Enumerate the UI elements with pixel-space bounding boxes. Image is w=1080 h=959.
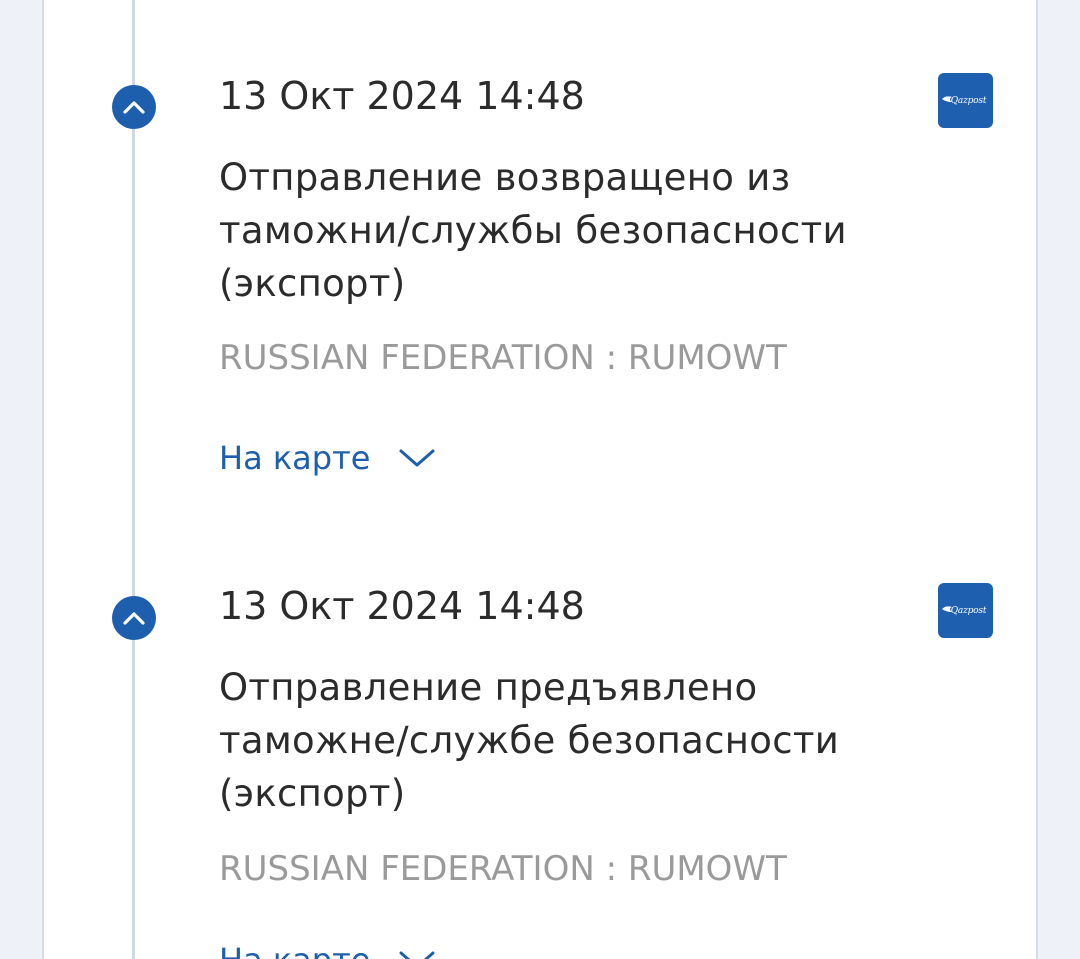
event-location: RUSSIAN FEDERATION : RUMOWT — [219, 338, 787, 378]
event-description: Отправление возвращено из таможни/службы… — [219, 151, 939, 310]
event-description-line: Отправление возвращено из — [219, 156, 791, 199]
carrier-logo-icon — [942, 96, 952, 102]
collapse-event-button[interactable] — [112, 596, 156, 640]
carrier-logo: Qazpost — [938, 73, 993, 128]
carrier-logo-icon — [942, 606, 952, 612]
tracking-history-card: 13 Окт 2024 14:48 Отправление возвращено… — [42, 0, 1038, 959]
show-on-map-link[interactable]: На карте — [219, 940, 436, 959]
event-description: Отправление предъявлено таможне/службе б… — [219, 661, 939, 820]
chevron-up-icon — [123, 101, 145, 114]
show-on-map-label: На карте — [219, 940, 370, 959]
event-date: 13 Окт 2024 14:48 — [219, 584, 585, 628]
chevron-up-icon — [123, 612, 145, 625]
event-description-line: таможне/службе безопасности — [219, 719, 840, 762]
event-description-line: Отправление предъявлено — [219, 666, 758, 709]
timeline-line — [132, 0, 135, 959]
event-date: 13 Окт 2024 14:48 — [219, 74, 585, 118]
event-description-line: (экспорт) — [219, 262, 406, 305]
chevron-down-icon — [398, 949, 436, 959]
show-on-map-link[interactable]: На карте — [219, 438, 436, 478]
event-location: RUSSIAN FEDERATION : RUMOWT — [219, 849, 787, 889]
show-on-map-label: На карте — [219, 439, 371, 477]
collapse-event-button[interactable] — [112, 85, 156, 129]
carrier-logo-text: Qazpost — [950, 605, 987, 616]
chevron-down-icon — [398, 447, 436, 469]
event-description-line: (экспорт) — [219, 772, 406, 815]
event-description-line: таможни/службы безопасности — [219, 209, 847, 252]
carrier-logo-text: Qazpost — [950, 95, 987, 106]
carrier-logo: Qazpost — [938, 583, 993, 638]
